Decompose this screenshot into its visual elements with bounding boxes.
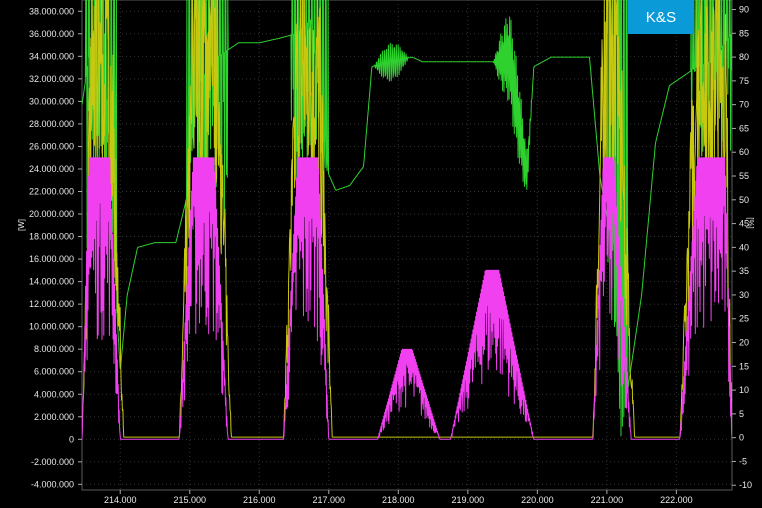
y-right-tick-label: -10 bbox=[739, 480, 752, 490]
y-left-tick-label: 4.000.000 bbox=[34, 389, 74, 399]
y-right-tick-label: 25 bbox=[739, 314, 749, 324]
y-right-tick-label: 10 bbox=[739, 385, 749, 395]
y-right-tick-label: 50 bbox=[739, 195, 749, 205]
x-tick-label: 221.000 bbox=[591, 495, 624, 505]
x-tick-label: 220.000 bbox=[521, 495, 554, 505]
y-right-tick-label: 60 bbox=[739, 147, 749, 157]
y-left-tick-label: 14.000.000 bbox=[29, 277, 74, 287]
y-left-tick-label: 10.000.000 bbox=[29, 322, 74, 332]
y-right-unit-label: [%] bbox=[746, 217, 755, 229]
y-left-tick-label: 20.000.000 bbox=[29, 209, 74, 219]
y-right-tick-label: 40 bbox=[739, 242, 749, 252]
power-chart: 214.000 215.000 216.000 217.000 218.000 219.0… bbox=[17, 0, 755, 505]
y-left-tick-label: 6.000.000 bbox=[34, 367, 74, 377]
y-right-tick-label: 30 bbox=[739, 290, 749, 300]
y-right-tick-label: 65 bbox=[739, 123, 749, 133]
y-left-tick-label: 28.000.000 bbox=[29, 119, 74, 129]
y-right-tick-label: 0 bbox=[739, 433, 744, 443]
y-left-tick-label: -2.000.000 bbox=[31, 457, 74, 467]
y-left-tick-label: 36.000.000 bbox=[29, 29, 74, 39]
y-left-tick-label: 8.000.000 bbox=[34, 344, 74, 354]
y-right-tick-label: 90 bbox=[739, 5, 749, 15]
y-left-tick-label: 22.000.000 bbox=[29, 186, 74, 196]
y-left-tick-label: 30.000.000 bbox=[29, 96, 74, 106]
y-left-tick-label: 26.000.000 bbox=[29, 141, 74, 151]
x-tick-label: 218.000 bbox=[382, 495, 415, 505]
y-left-tick-label: 34.000.000 bbox=[29, 51, 74, 61]
y-right-tick-label: 15 bbox=[739, 361, 749, 371]
y-left-unit-label: [W] bbox=[17, 219, 26, 231]
x-tick-label: 222.000 bbox=[660, 495, 693, 505]
y-right-tick-label: 70 bbox=[739, 100, 749, 110]
x-tick-label: 217.000 bbox=[313, 495, 346, 505]
y-right-tick-label: 20 bbox=[739, 338, 749, 348]
y-left-tick-label: 16.000.000 bbox=[29, 254, 74, 264]
y-left-tick-label: 2.000.000 bbox=[34, 412, 74, 422]
y-left-tick-label: 18.000.000 bbox=[29, 232, 74, 242]
y-right-tick-label: 80 bbox=[739, 52, 749, 62]
x-tick-label: 215.000 bbox=[173, 495, 206, 505]
y-left-tick-label: 32.000.000 bbox=[29, 74, 74, 84]
y-left-tick-label: 38.000.000 bbox=[29, 6, 74, 16]
y-left-tick-label: 0 bbox=[69, 434, 74, 444]
y-left-tick-label: 24.000.000 bbox=[29, 164, 74, 174]
x-tick-label: 216.000 bbox=[243, 495, 276, 505]
brand-logo: K&S bbox=[628, 0, 694, 34]
y-right-tick-label: 85 bbox=[739, 28, 749, 38]
y-right-tick-label: 5 bbox=[739, 409, 744, 419]
y-right-tick-label: 75 bbox=[739, 76, 749, 86]
y-right-tick-label: 35 bbox=[739, 266, 749, 276]
x-tick-label: 219.000 bbox=[452, 495, 485, 505]
x-tick-label: 214.000 bbox=[104, 495, 137, 505]
y-left-tick-label: 12.000.000 bbox=[29, 299, 74, 309]
y-left-tick-label: -4.000.000 bbox=[31, 479, 74, 489]
y-right-tick-label: 55 bbox=[739, 171, 749, 181]
y-right-tick-label: -5 bbox=[739, 456, 747, 466]
